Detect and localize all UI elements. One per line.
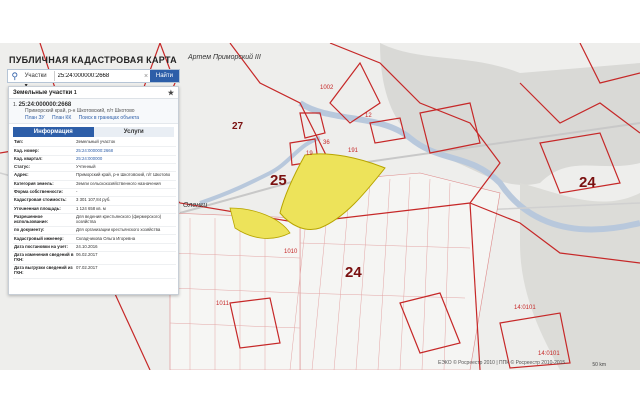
attribute-row: Кад. номер: 25:24:000000:2668 — [13, 146, 176, 156]
attribute-value: 3 301 107,84 руб. — [75, 196, 176, 206]
search-icon[interactable]: ⚲ — [8, 70, 22, 82]
attribute-key: Уточненная площадь: — [13, 205, 75, 214]
attribute-row: Категория земель: Земли сельскохозяйствен… — [13, 180, 176, 189]
parcel-number: 14:0101 — [538, 351, 560, 357]
attribute-value: 24.10.2016 — [75, 243, 176, 253]
attribute-value: Складчикова Ольга Игоревна — [75, 234, 176, 244]
search-result-item[interactable]: 1. 25:24:000000:2668 Приморский край, р-… — [9, 99, 178, 124]
attribute-row: Дата изменения сведений в ГКН: 06.02.2017 — [13, 251, 176, 266]
plan-kk-link[interactable]: План КК — [52, 115, 71, 121]
attribute-row: Статус: Учтенный — [13, 163, 176, 173]
parcel-number: 1011 — [216, 301, 229, 307]
result-index: 1. — [13, 102, 18, 108]
result-address: Приморский край, р-н Шкотовский, п/т Шко… — [25, 108, 135, 114]
attribute-row: Форма собственности: - — [13, 188, 176, 198]
attribute-value: Для ведения крестьянского (фермерского) … — [75, 213, 176, 228]
parcel-number: 1010 — [284, 249, 298, 255]
page-title: ПУБЛИЧНАЯ КАДАСТРОВАЯ КАРТА — [9, 55, 177, 65]
map-label-25: 25 — [270, 172, 287, 189]
attribute-key: Кад. номер: — [13, 146, 75, 156]
attribute-value: Земли сельскохозяйственного назначения — [75, 180, 176, 189]
find-button[interactable]: Найти — [149, 70, 179, 82]
attribute-row: Тип: Земельный участок — [13, 139, 176, 148]
attribute-value: 07.02.2017 — [75, 264, 176, 279]
attribute-row: Кадастровый инженер: Складчикова Ольга Иг… — [13, 234, 176, 244]
attribute-key: Кад. квартал: — [13, 155, 75, 164]
parcel-number: 14:0101 — [514, 305, 536, 311]
panel-header-label: Земельные участки — [13, 89, 73, 96]
attribute-value: 06.02.2017 — [75, 251, 176, 266]
star-icon[interactable]: ★ — [168, 89, 174, 97]
parcel-number: 191 — [348, 148, 359, 154]
search-bar: ⚲ Участки ▾ × Найти — [7, 69, 180, 89]
attribute-key: Разрешенное использование: — [13, 213, 75, 228]
attribute-value[interactable]: 25:24:000000 — [75, 155, 176, 164]
tab-information[interactable]: Информация — [13, 127, 94, 137]
map-label-24-east: 24 — [579, 174, 596, 191]
attributes-table: Тип: Земельный участок Кад. номер: 25:24:00… — [13, 139, 176, 279]
attribute-key: Статус: — [13, 163, 75, 173]
tab-services[interactable]: Услуги — [93, 127, 174, 137]
search-input[interactable] — [54, 71, 143, 81]
attribute-row: Кадастровая стоимость: 3 301 107,84 руб. — [13, 196, 176, 206]
search-type-label: Участки — [24, 73, 47, 79]
attribute-key: по документу: — [13, 226, 75, 236]
attribute-value: Учтенный — [75, 163, 176, 173]
place-label: Оленки — [183, 202, 208, 209]
panel-tabs: Информация Услуги — [13, 127, 174, 137]
parcel-number: 12 — [365, 113, 372, 119]
map-label-27: 27 — [232, 121, 244, 132]
attribute-key: Кадастровый инженер: — [13, 234, 75, 244]
attribute-key: Форма собственности: — [13, 188, 75, 198]
clear-icon[interactable]: × — [142, 73, 150, 80]
copyright-text: ЕЭКО © Росреестр 2010 | ППК © Росреестр … — [438, 360, 566, 366]
attribute-value[interactable]: 25:24:000000:2668 — [75, 146, 176, 156]
attribute-key: Тип: — [13, 139, 75, 148]
attribute-key: Дата постановки на учет: — [13, 243, 75, 253]
plan-zu-link[interactable]: План ЗУ — [25, 115, 45, 121]
parcel-number: 36 — [323, 140, 330, 146]
scale-label: 50 km — [592, 362, 606, 368]
attribute-row: Разрешенное использование: Для ведения кр… — [13, 213, 176, 228]
attribute-key: Адрес: — [13, 171, 75, 181]
parcel-info-panel: Земельные участки 1 ★ 1. 25:24:000000:26… — [8, 86, 179, 295]
attribute-key: Дата выгрузки сведений из ГКН: — [13, 264, 75, 279]
attribute-row: по документу: Для организации крестьянско… — [13, 226, 176, 236]
result-count: 1 — [73, 89, 77, 96]
search-type-select[interactable]: Участки ▾ — [22, 71, 55, 89]
attribute-row: Дата выгрузки сведений из ГКН: 07.02.2017 — [13, 264, 176, 279]
place-label: Артем Приморский III — [188, 54, 261, 61]
search-in-bounds-link[interactable]: Поиск в границах объекта — [79, 115, 139, 121]
panel-header: Земельные участки 1 ★ — [9, 87, 178, 99]
parcel-number: 1002 — [320, 85, 334, 91]
attribute-row: Кад. квартал: 25:24:000000 — [13, 155, 176, 164]
attribute-row: Адрес: Приморский край, р-н Шкотовский, п… — [13, 171, 176, 181]
attribute-key: Кадастровая стоимость: — [13, 196, 75, 206]
attribute-row: Уточненная площадь: 1 124 658 кв. м — [13, 205, 176, 214]
attribute-value: 1 124 658 кв. м — [75, 205, 176, 214]
attribute-row: Дата постановки на учет: 24.10.2016 — [13, 243, 176, 253]
attribute-key: Категория земель: — [13, 180, 75, 189]
attribute-key: Дата изменения сведений в ГКН: — [13, 251, 75, 266]
map-label-24-south: 24 — [345, 264, 362, 281]
attribute-value: Для организации крестьянского хозяйства — [75, 226, 176, 236]
attribute-value: Приморский край, р-н Шкотовский, п/т Шко… — [75, 171, 176, 181]
attribute-value: - — [75, 188, 176, 198]
parcel-number: 19 — [306, 151, 313, 157]
attribute-value: Земельный участок — [75, 139, 176, 148]
